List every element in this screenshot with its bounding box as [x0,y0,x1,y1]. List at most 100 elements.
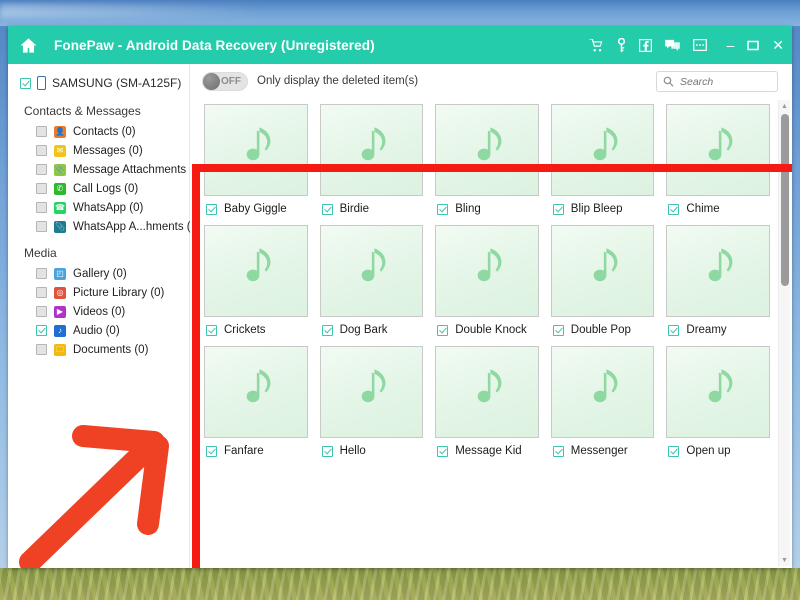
audio-tile-checkbox[interactable] [321,203,333,215]
toggle-knob [203,72,220,90]
deleted-only-toggle[interactable]: OFF [202,71,248,91]
audio-thumbnail[interactable] [435,346,539,438]
audio-tile-footer: Blip Bleep [551,203,655,215]
audio-tile[interactable]: Blip Bleep [550,104,655,215]
audio-thumbnail[interactable] [550,104,655,196]
audio-thumbnail[interactable] [666,346,770,438]
app-body: SAMSUNG (SM-A125F) Contacts & Messages 👤 C… [8,64,792,568]
documents-icon: 🗀 [54,343,66,356]
audio-tile-checkbox[interactable] [668,445,680,457]
audio-thumbnail[interactable] [550,346,655,438]
audio-tile-checkbox[interactable] [668,324,680,336]
deleted-only-label: Only display the deleted item(s) [257,75,419,87]
audio-tile[interactable]: Dreamy [666,225,770,336]
search-box[interactable] [656,71,778,92]
feedback-icon[interactable] [665,39,681,52]
audio-tile-checkbox[interactable] [437,324,449,336]
audio-tile[interactable]: Baby Giggle [204,104,308,215]
sidebar-item-call-logs-0[interactable]: ✆ Call Logs (0) [8,179,189,198]
sidebar-item-picture-library-0[interactable]: ◎ Picture Library (0) [8,283,189,302]
audio-tile[interactable]: Dog Bark [319,225,424,336]
device-checkbox[interactable] [20,77,31,89]
sidebar-item-checkbox[interactable] [36,202,47,213]
audio-thumbnail[interactable] [435,104,539,196]
sidebar-item-contacts-0[interactable]: 👤 Contacts (0) [8,122,189,141]
music-note-icon [477,248,502,282]
facebook-icon[interactable] [639,38,653,52]
audio-thumbnail[interactable] [435,225,539,317]
sidebar-item-checkbox[interactable] [36,306,47,317]
audio-tile-label: Birdie [339,203,369,215]
sidebar-item-whatsapp-0[interactable]: ☎ WhatsApp (0) [8,198,189,217]
minimize-button[interactable]: – [726,37,734,53]
audio-thumbnail[interactable] [666,104,770,196]
audio-tile[interactable]: Crickets [204,225,308,336]
home-icon[interactable] [8,36,48,55]
audio-tile[interactable]: Messenger [550,346,655,457]
search-input[interactable] [680,75,766,88]
audio-tile[interactable]: Open up [666,346,770,457]
audio-tile-footer: Messenger [551,445,655,457]
audio-tile[interactable]: Chime [666,104,770,215]
close-button[interactable]: ✕ [772,37,784,54]
more-menu-icon[interactable] [693,39,708,51]
sidebar-item-checkbox[interactable] [36,268,47,279]
sidebar-group-title: Contacts & Messages [24,104,141,118]
audio-tile-checkbox[interactable] [552,445,564,457]
audio-thumbnail[interactable] [550,225,655,317]
sidebar-item-checkbox[interactable] [36,126,47,137]
audio-thumbnail[interactable] [666,225,770,317]
sidebar-item-whatsapp-a-hments-0[interactable]: 📎 WhatsApp A...hments (0) [8,217,201,236]
maximize-button[interactable] [747,40,760,51]
scroll-up-arrow[interactable]: ▲ [779,100,790,112]
audio-tile[interactable]: Double Knock [435,225,539,336]
audio-tile-checkbox[interactable] [668,203,680,215]
audio-thumbnail[interactable] [204,346,308,438]
audio-tile-checkbox[interactable] [206,203,217,215]
sidebar-item-messages-0[interactable]: ✉ Messages (0) [8,141,189,160]
sidebar-item-checkbox[interactable] [36,287,47,298]
audio-thumbnail[interactable] [319,346,424,438]
sidebar-item-videos-0[interactable]: ▶ Videos (0) [8,302,189,321]
audio-thumbnail[interactable] [204,104,308,196]
vertical-scrollbar[interactable]: ▲ ▼ [778,100,790,566]
audio-tile-checkbox[interactable] [552,203,564,215]
sidebar-item-checkbox[interactable] [36,183,47,194]
sidebar-item-checkbox[interactable] [36,325,47,336]
sidebar-device-row[interactable]: SAMSUNG (SM-A125F) [8,72,189,94]
sidebar-item-label: Audio (0) [73,324,120,337]
audio-thumbnail[interactable] [319,104,424,196]
cart-icon[interactable] [589,38,604,52]
audio-tile[interactable]: Hello [319,346,424,457]
audio-tile[interactable]: Bling [435,104,539,215]
audio-tile[interactable]: Message Kid [435,346,539,457]
audio-tile-checkbox[interactable] [206,324,217,336]
audio-grid: Baby Giggle Birdie Bling Blip Bleep Chime Cri… [190,98,792,457]
audio-thumbnail[interactable] [319,225,424,317]
key-icon[interactable] [617,37,626,53]
audio-tile-checkbox[interactable] [321,445,333,457]
sidebar-item-documents-0[interactable]: 🗀 Documents (0) [8,340,189,359]
audio-tile-checkbox[interactable] [437,203,449,215]
sidebar-item-checkbox[interactable] [36,344,47,355]
audio-tile-label: Crickets [224,324,266,336]
sidebar-item-message-attachments-0[interactable]: 📎 Message Attachments (0) [8,160,203,179]
scroll-down-arrow[interactable]: ▼ [779,554,790,566]
audio-tile-checkbox[interactable] [206,445,217,457]
sidebar-item-checkbox[interactable] [36,221,47,232]
music-note-icon [593,369,618,403]
sidebar-item-gallery-0[interactable]: ◰ Gallery (0) [8,264,189,283]
audio-tile[interactable]: Fanfare [204,346,308,457]
audio-tile-checkbox[interactable] [552,324,564,336]
audio-tile[interactable]: Birdie [319,104,424,215]
audio-tile-checkbox[interactable] [321,324,333,336]
scrollbar-thumb[interactable] [781,114,789,286]
audio-icon: ♪ [54,324,66,337]
audio-tile-checkbox[interactable] [437,445,449,457]
sidebar-item-checkbox[interactable] [36,164,47,175]
audio-thumbnail[interactable] [204,225,308,317]
sidebar-item-checkbox[interactable] [36,145,47,156]
music-note-icon [593,248,618,282]
audio-tile[interactable]: Double Pop [550,225,655,336]
sidebar-item-audio-0[interactable]: ♪ Audio (0) [8,321,189,340]
